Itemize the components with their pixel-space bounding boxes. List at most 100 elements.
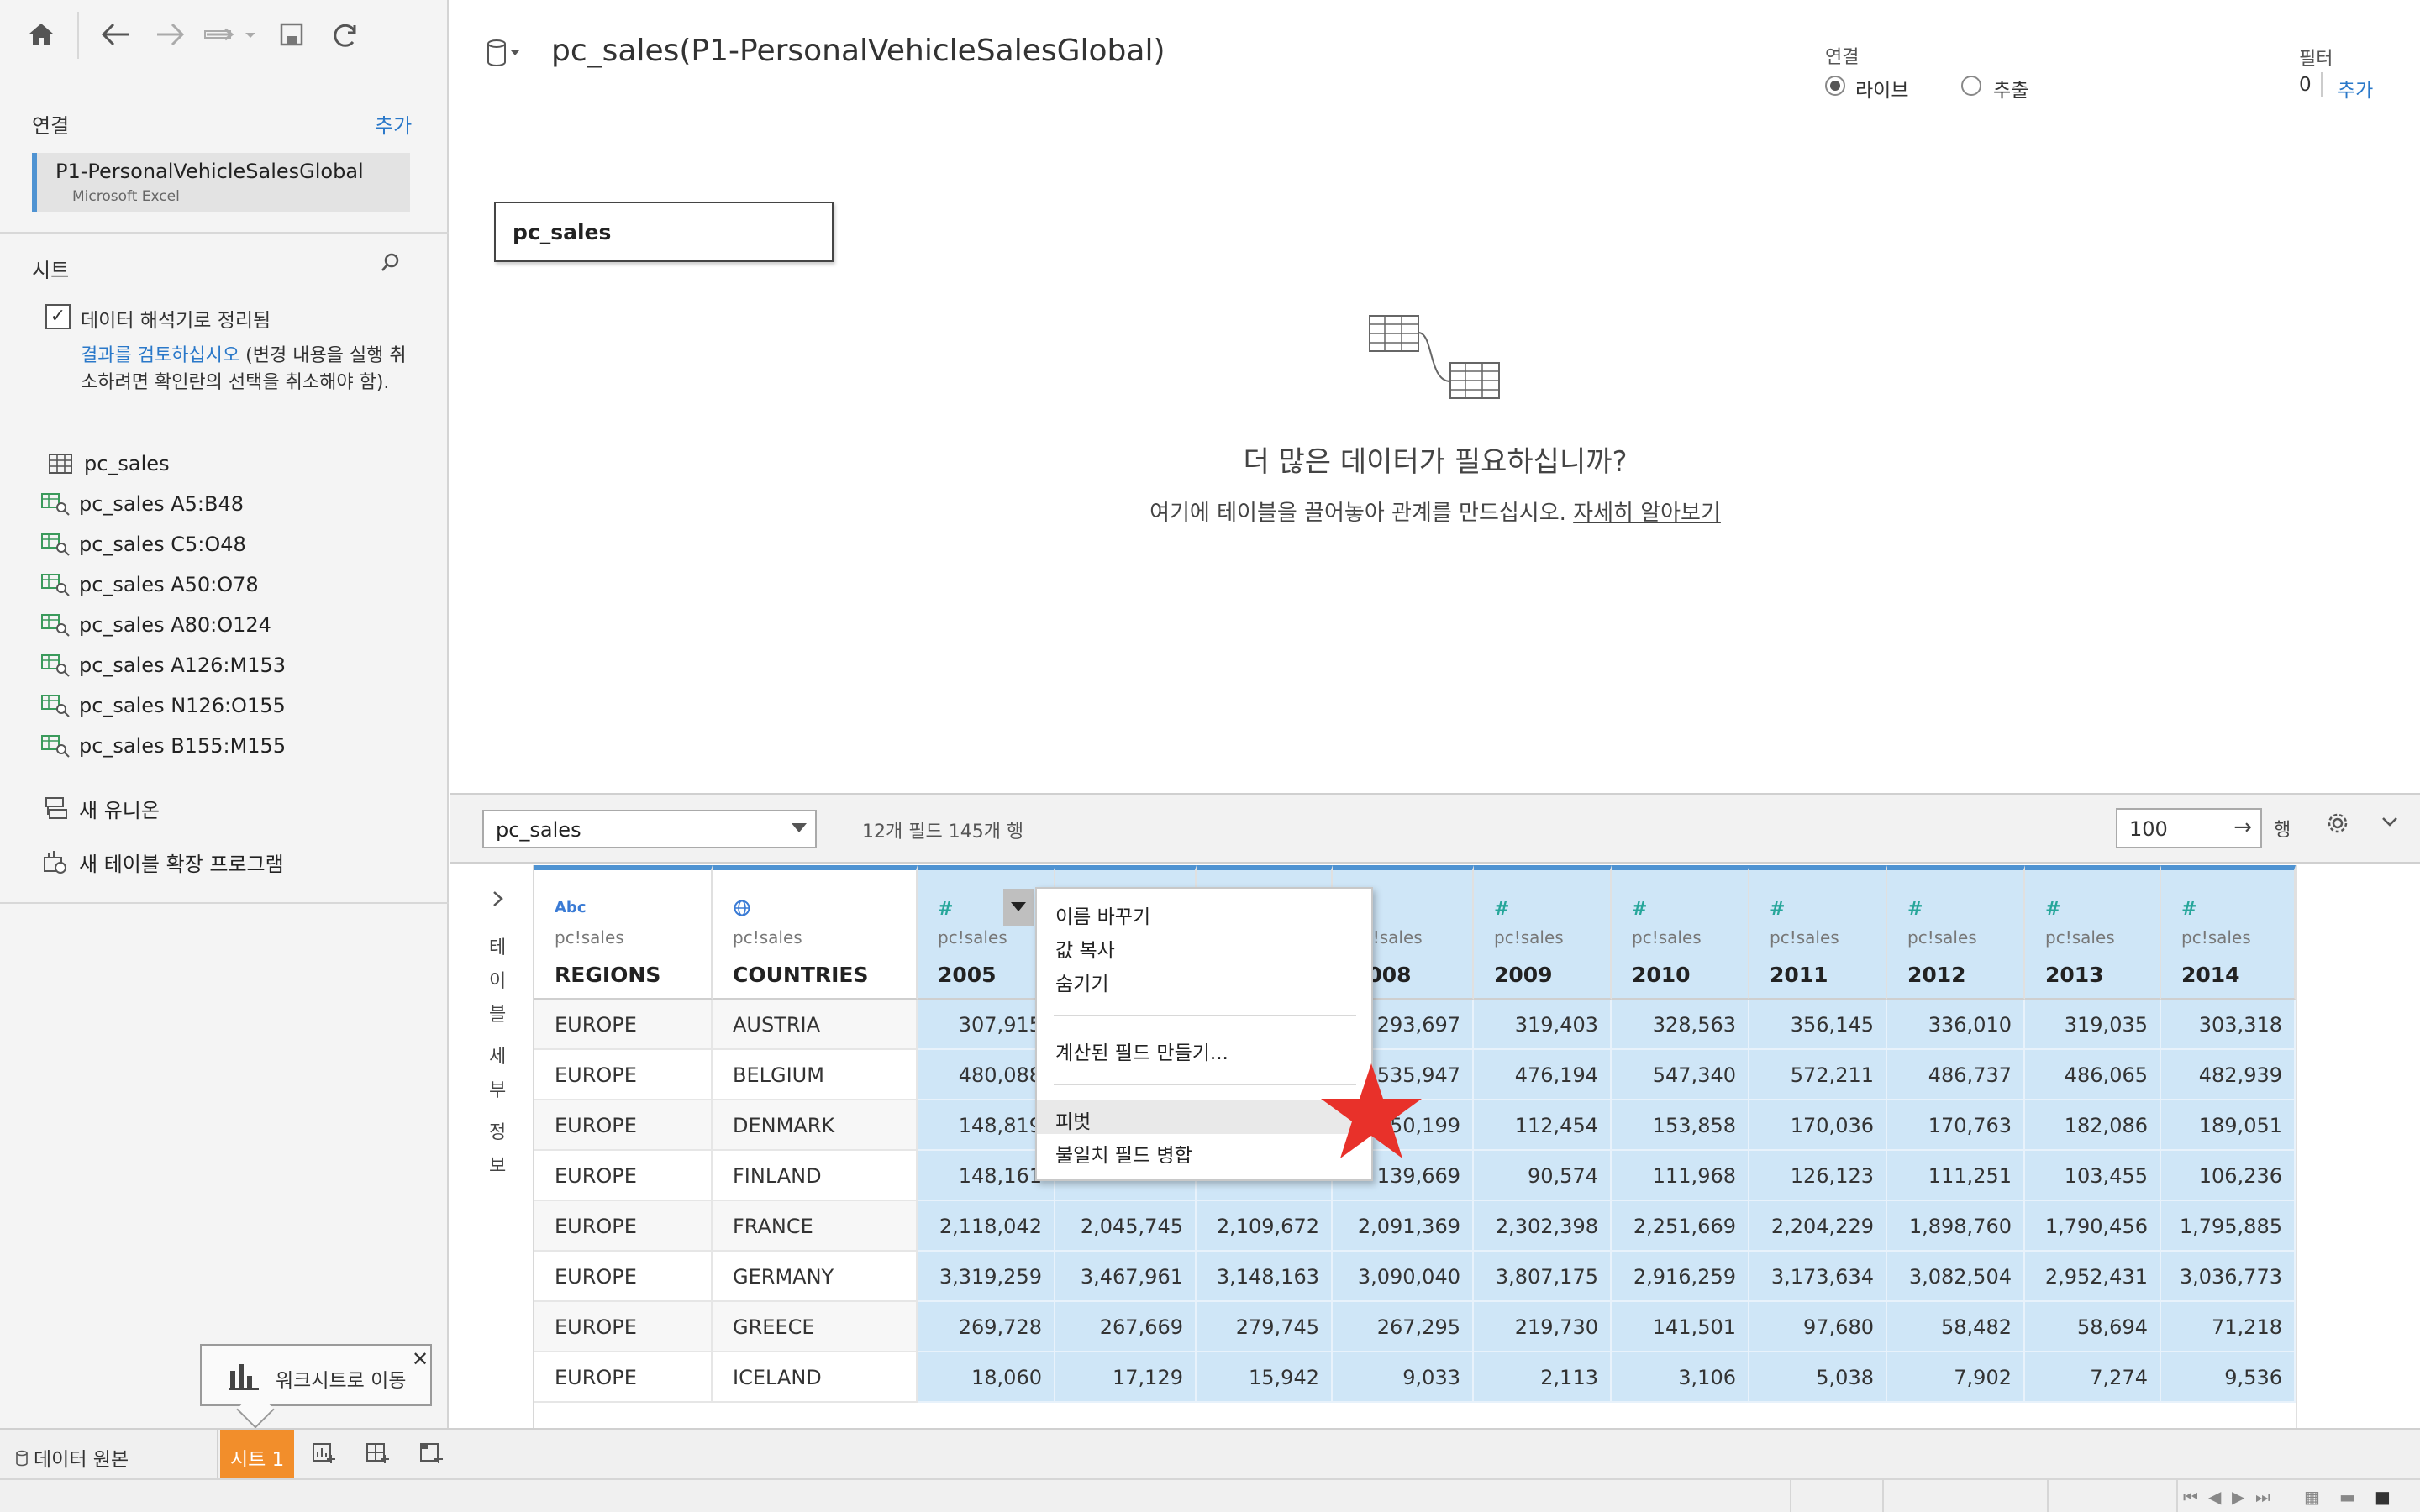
table-select[interactable]: pc_sales xyxy=(482,810,817,848)
table-cell[interactable]: EUROPE xyxy=(534,1302,713,1352)
save-icon[interactable] xyxy=(272,15,311,54)
last-page-icon[interactable]: ⏭ xyxy=(2255,1487,2270,1507)
menu-item-hide[interactable]: 숨기기 xyxy=(1037,963,1371,996)
home-icon[interactable] xyxy=(22,15,60,54)
filmstrip-icon[interactable]: ▬ xyxy=(2339,1487,2355,1507)
rows-input[interactable]: 100 → xyxy=(2116,808,2262,848)
table-cell[interactable]: 5,038 xyxy=(1749,1352,1887,1403)
column-header[interactable]: # pc!sales 2010 xyxy=(1612,865,1749,1000)
apply-arrow-icon[interactable]: → xyxy=(2233,815,2252,840)
table-cell[interactable]: 2,109,672 xyxy=(1197,1201,1333,1252)
table-cell[interactable]: 1,795,885 xyxy=(2161,1201,2296,1252)
table-cell[interactable]: 3,082,504 xyxy=(1887,1252,2025,1302)
column-menu-button[interactable] xyxy=(1003,889,1034,926)
table-cell[interactable]: EUROPE xyxy=(534,1000,713,1050)
next-page-icon[interactable]: ▶ xyxy=(2232,1487,2244,1507)
extract-radio[interactable] xyxy=(1961,76,1981,96)
table-cell[interactable]: 2,302,398 xyxy=(1474,1201,1612,1252)
add-filter-link[interactable]: 추가 xyxy=(2338,74,2373,102)
sheet-item[interactable]: pc_sales C5:O48 xyxy=(39,529,246,559)
table-cell[interactable]: 170,763 xyxy=(1887,1100,2025,1151)
table-cell[interactable]: 17,129 xyxy=(1055,1352,1197,1403)
table-cell[interactable]: 2,091,369 xyxy=(1333,1201,1474,1252)
table-cell[interactable]: EUROPE xyxy=(534,1352,713,1403)
table-cell[interactable]: DENMARK xyxy=(713,1100,918,1151)
menu-item-copy-values[interactable]: 값 복사 xyxy=(1037,929,1371,963)
table-cell[interactable]: 7,274 xyxy=(2025,1352,2161,1403)
table-cell[interactable]: 189,051 xyxy=(2161,1100,2296,1151)
review-results-link[interactable]: 결과를 검토하십시오 xyxy=(81,345,239,366)
new-extension-item[interactable]: 새 테이블 확장 프로그램 xyxy=(39,847,284,877)
column-header[interactable]: # pc!sales 2012 xyxy=(1887,865,2025,1000)
tab-sheet-1[interactable]: 시트 1 xyxy=(220,1430,294,1478)
table-cell[interactable]: 7,902 xyxy=(1887,1352,2025,1403)
table-cell[interactable]: 482,939 xyxy=(2161,1050,2296,1100)
table-cell[interactable]: 58,482 xyxy=(1887,1302,2025,1352)
table-cell[interactable]: 112,454 xyxy=(1474,1100,1612,1151)
table-cell[interactable]: 106,236 xyxy=(2161,1151,2296,1201)
table-cell[interactable]: 267,295 xyxy=(1333,1302,1474,1352)
column-header[interactable]: # pc!sales 2011 xyxy=(1749,865,1887,1000)
table-cell[interactable]: GERMANY xyxy=(713,1252,918,1302)
sheet-item[interactable]: pc_sales A80:O124 xyxy=(39,610,271,640)
table-cell[interactable]: 97,680 xyxy=(1749,1302,1887,1352)
new-worksheet-icon[interactable] xyxy=(304,1436,343,1472)
table-cell[interactable]: 2,952,431 xyxy=(2025,1252,2161,1302)
menu-item-rename[interactable]: 이름 바꾸기 xyxy=(1037,895,1371,929)
datasource-icon[interactable] xyxy=(486,37,519,71)
table-cell[interactable]: GREECE xyxy=(713,1302,918,1352)
sheet-item[interactable]: pc_sales A50:O78 xyxy=(39,570,259,600)
table-cell[interactable]: AUSTRIA xyxy=(713,1000,918,1050)
table-cell[interactable]: 2,916,259 xyxy=(1612,1252,1749,1302)
sheet-sorter-icon[interactable]: ▦ xyxy=(2304,1487,2320,1507)
column-header[interactable]: # pc!sales 2014 xyxy=(2161,865,2296,1000)
table-cell[interactable]: EUROPE xyxy=(534,1252,713,1302)
chevron-right-icon[interactable] xyxy=(491,889,506,915)
table-cell[interactable]: 2,113 xyxy=(1474,1352,1612,1403)
first-page-icon[interactable]: ⏮ xyxy=(2183,1487,2198,1507)
tabs-view-icon[interactable]: ■ xyxy=(2375,1487,2391,1507)
table-cell[interactable]: 356,145 xyxy=(1749,1000,1887,1050)
table-cell[interactable]: 3,036,773 xyxy=(2161,1252,2296,1302)
table-cell[interactable]: FRANCE xyxy=(713,1201,918,1252)
table-cell[interactable]: FINLAND xyxy=(713,1151,918,1201)
table-cell[interactable]: 170,036 xyxy=(1749,1100,1887,1151)
sheet-item[interactable]: pc_sales N126:O155 xyxy=(39,690,286,721)
table-cell[interactable]: 182,086 xyxy=(2025,1100,2161,1151)
table-cell[interactable]: 1,898,760 xyxy=(1887,1201,2025,1252)
table-cell[interactable]: 319,035 xyxy=(2025,1000,2161,1050)
table-cell[interactable]: 3,090,040 xyxy=(1333,1252,1474,1302)
table-cell[interactable]: 111,968 xyxy=(1612,1151,1749,1201)
menu-item-create-calculated-field[interactable]: 계산된 필드 만들기... xyxy=(1037,1032,1371,1065)
table-cell[interactable]: 141,501 xyxy=(1612,1302,1749,1352)
sheet-item[interactable]: pc_sales A5:B48 xyxy=(39,489,244,519)
table-cell[interactable]: 153,858 xyxy=(1612,1100,1749,1151)
table-cell[interactable]: 9,033 xyxy=(1333,1352,1474,1403)
go-to-worksheet-tooltip[interactable]: 워크시트로 이동 ✕ xyxy=(200,1344,432,1406)
learn-more-link[interactable]: 자세히 알아보기 xyxy=(1573,501,1721,526)
column-header[interactable]: # pc!sales 2013 xyxy=(2025,865,2161,1000)
table-cell[interactable]: 3,807,175 xyxy=(1474,1252,1612,1302)
tab-data-source[interactable]: 데이터 원본 xyxy=(0,1430,218,1478)
table-cell[interactable]: 3,173,634 xyxy=(1749,1252,1887,1302)
table-cell[interactable]: 2,045,745 xyxy=(1055,1201,1197,1252)
new-dashboard-icon[interactable] xyxy=(358,1436,397,1472)
table-cell[interactable]: BELGIUM xyxy=(713,1050,918,1100)
table-cell[interactable]: 328,563 xyxy=(1612,1000,1749,1050)
collapse-icon[interactable] xyxy=(2380,811,2400,837)
add-connection-link[interactable]: 추가 xyxy=(375,109,412,139)
table-cell[interactable]: EUROPE xyxy=(534,1151,713,1201)
table-cell[interactable]: 572,211 xyxy=(1749,1050,1887,1100)
table-cell[interactable]: 2,251,669 xyxy=(1612,1201,1749,1252)
interpreter-checkbox[interactable]: ✓ xyxy=(45,304,71,329)
table-cell[interactable]: EUROPE xyxy=(534,1201,713,1252)
table-cell[interactable]: 2,118,042 xyxy=(918,1201,1055,1252)
table-cell[interactable]: 71,218 xyxy=(2161,1302,2296,1352)
table-cell[interactable]: ICELAND xyxy=(713,1352,918,1403)
table-cell[interactable]: 219,730 xyxy=(1474,1302,1612,1352)
table-cell[interactable]: 279,745 xyxy=(1197,1302,1333,1352)
table-cell[interactable]: 319,403 xyxy=(1474,1000,1612,1050)
connection-item[interactable]: P1-PersonalVehicleSalesGlobal Microsoft … xyxy=(32,153,410,212)
column-header[interactable]: pc!sales COUNTRIES xyxy=(713,865,918,1000)
prev-page-icon[interactable]: ◀ xyxy=(2208,1487,2221,1507)
